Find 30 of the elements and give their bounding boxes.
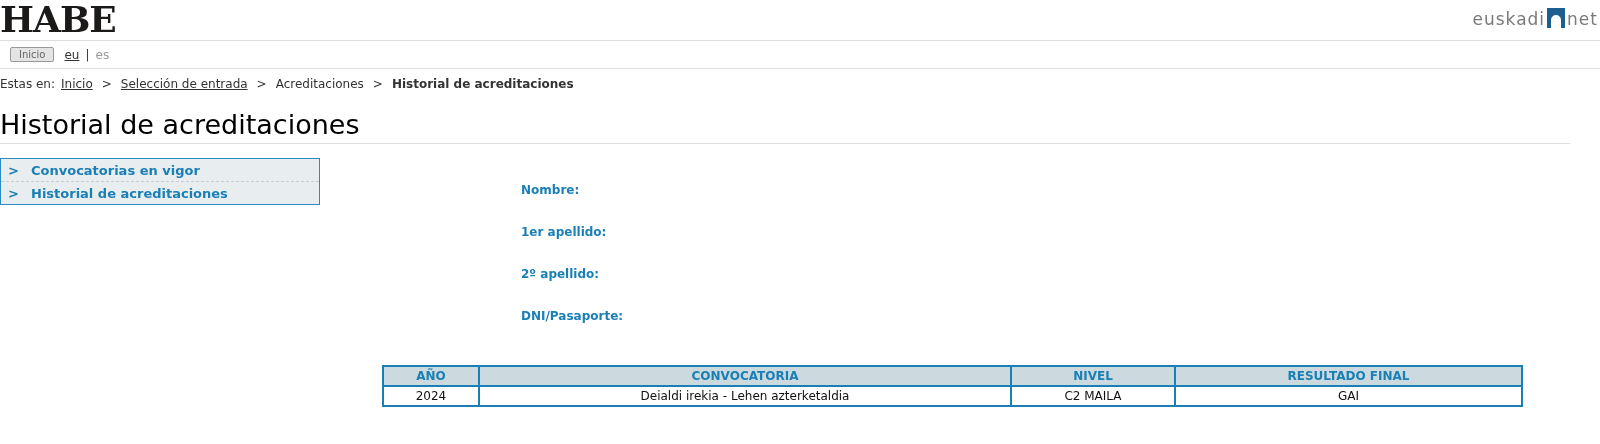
breadcrumb-separator: >: [256, 77, 267, 91]
column-header: AÑO: [383, 366, 479, 386]
separator-text: |: [85, 47, 90, 62]
breadcrumb-link[interactable]: Selección de entrada: [120, 77, 248, 91]
field-label: 1er apellido:: [521, 225, 608, 239]
field-label: Nombre:: [521, 183, 581, 197]
table-cell: Deialdi irekia - Lehen azterketaldia: [479, 386, 1011, 406]
table-cell: 2024: [383, 386, 479, 406]
sidebar-item[interactable]: > Historial de acreditaciones: [1, 182, 319, 204]
table-cell: GAI: [1175, 386, 1522, 406]
language-link[interactable]: es: [95, 47, 110, 62]
partner-logo-text: net: [1567, 10, 1598, 28]
breadcrumb-item: Acreditaciones: [275, 77, 364, 91]
breadcrumb-current: Historial de acreditaciones: [391, 77, 574, 91]
breadcrumb-separator: >: [372, 77, 383, 91]
table-cell: C2 MAILA: [1011, 386, 1175, 406]
column-header: NIVEL: [1011, 366, 1175, 386]
breadcrumb-prefix: Estas en:: [0, 77, 55, 91]
breadcrumb-link[interactable]: Inicio: [61, 77, 93, 91]
logo: HABE: [0, 0, 116, 38]
column-header: CONVOCATORIA: [479, 366, 1011, 386]
language-link[interactable]: eu: [64, 47, 80, 62]
column-header: RESULTADO FINAL: [1175, 366, 1522, 386]
arch-icon: [1547, 8, 1566, 28]
page-title: Historial de acreditaciones: [0, 109, 1570, 144]
field-label: 2º apellido:: [521, 267, 601, 281]
field-label: DNI/Pasaporte:: [521, 309, 624, 323]
breadcrumb-separator: >: [101, 77, 112, 91]
partner-logo-text: euskadi: [1472, 10, 1546, 28]
sidebar-item[interactable]: > Convocatorias en vigor: [1, 159, 319, 182]
